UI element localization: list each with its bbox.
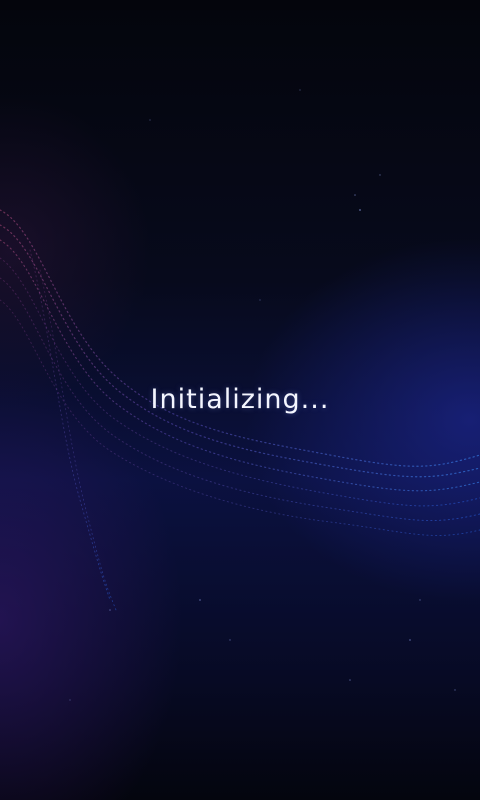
initializing-status-text: Initializing... xyxy=(150,384,330,415)
splash-screen: Initializing... xyxy=(0,0,480,800)
